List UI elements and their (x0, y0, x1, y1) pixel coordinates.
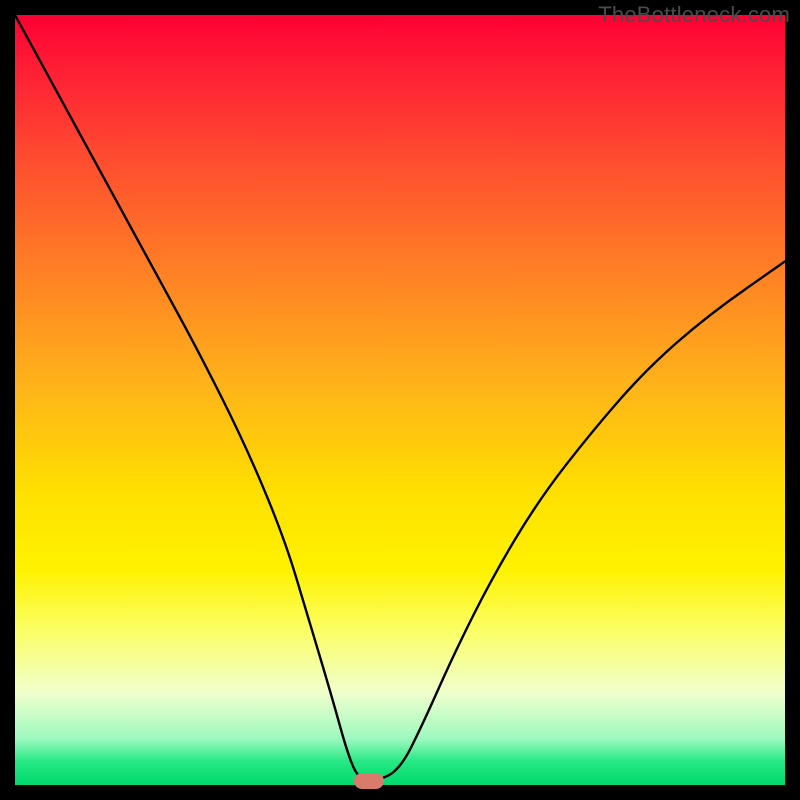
chart-stage: TheBottleneck.com (0, 0, 800, 800)
curve-line (15, 15, 785, 781)
bottleneck-curve (15, 15, 785, 785)
watermark-label: TheBottleneck.com (598, 2, 790, 28)
optimal-point-marker (354, 773, 384, 789)
chart-plot-area (15, 15, 785, 785)
